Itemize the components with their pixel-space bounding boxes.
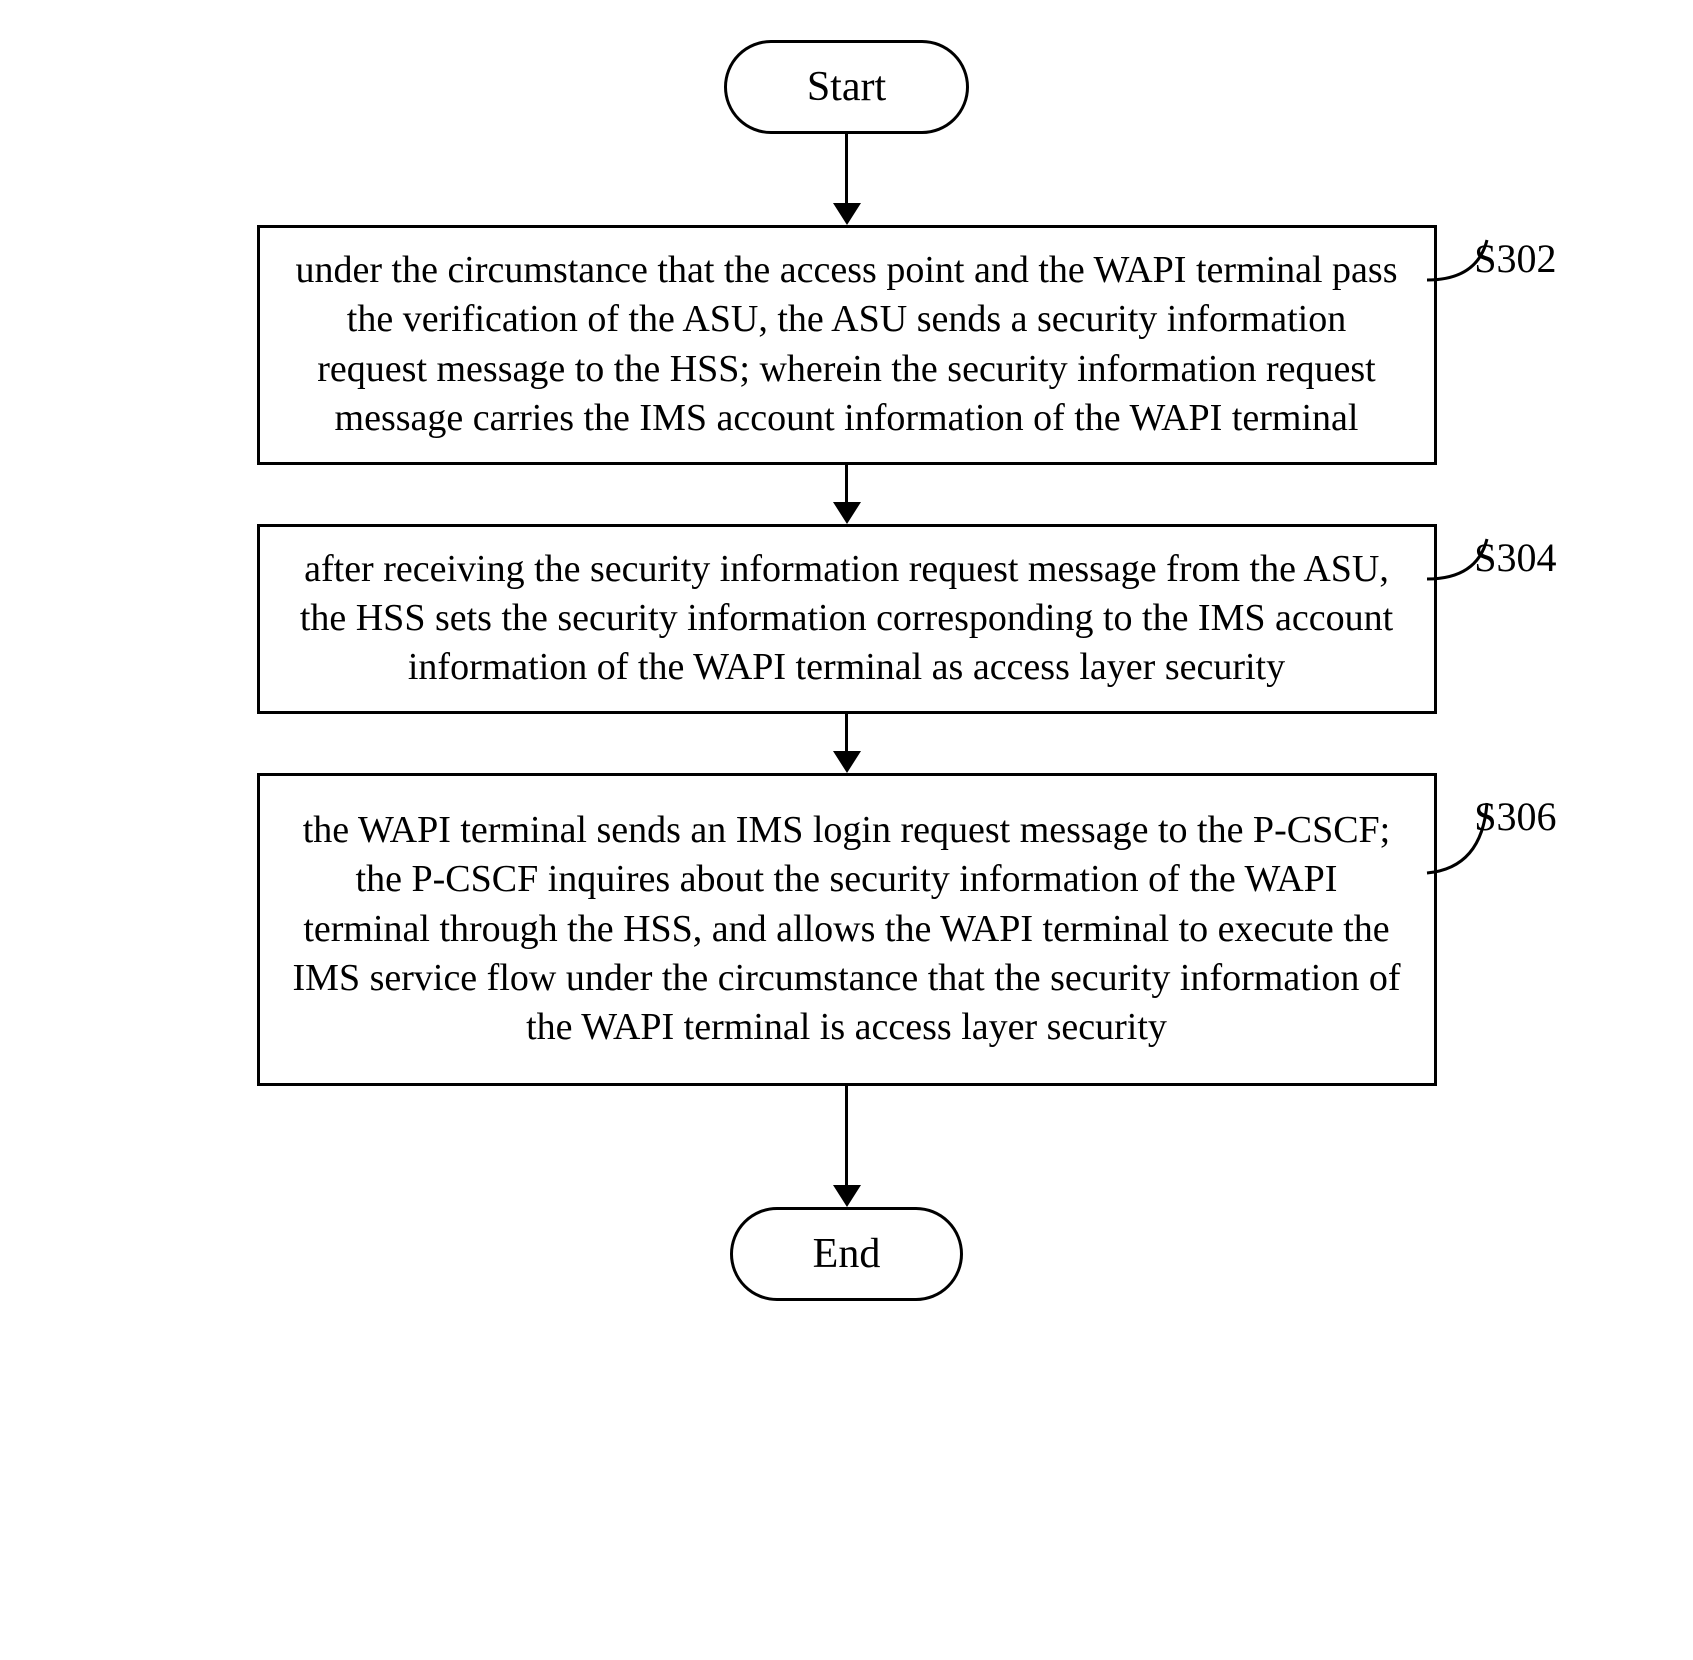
arrow-head-icon bbox=[833, 1185, 861, 1207]
step-s306-label: S306 bbox=[1474, 793, 1556, 840]
step-s304-box: after receiving the security information… bbox=[257, 524, 1437, 714]
start-label: Start bbox=[807, 64, 886, 110]
arrow-connector bbox=[833, 1086, 861, 1207]
arrow-head-icon bbox=[833, 203, 861, 225]
arrow-line bbox=[845, 465, 848, 503]
arrow-line bbox=[845, 714, 848, 752]
arrow-head-icon bbox=[833, 751, 861, 773]
arrow-line bbox=[845, 134, 848, 204]
flowchart-container: Start under the circumstance that the ac… bbox=[147, 40, 1547, 1301]
step-s302-box: under the circumstance that the access p… bbox=[257, 225, 1437, 465]
step-s302-label: S302 bbox=[1474, 235, 1556, 282]
arrow-connector bbox=[833, 714, 861, 773]
end-terminator: End bbox=[730, 1207, 964, 1301]
step-s302-wrap: under the circumstance that the access p… bbox=[147, 225, 1547, 465]
step-s304-wrap: after receiving the security information… bbox=[147, 524, 1547, 714]
step-s306-wrap: the WAPI terminal sends an IMS login req… bbox=[147, 773, 1547, 1086]
step-s304-text: after receiving the security information… bbox=[300, 548, 1393, 689]
end-label: End bbox=[813, 1231, 881, 1277]
arrow-line bbox=[845, 1086, 848, 1186]
step-s304-label: S304 bbox=[1474, 534, 1556, 581]
start-terminator: Start bbox=[724, 40, 969, 134]
step-s306-box: the WAPI terminal sends an IMS login req… bbox=[257, 773, 1437, 1086]
step-s302-text: under the circumstance that the access p… bbox=[296, 249, 1398, 439]
arrow-head-icon bbox=[833, 502, 861, 524]
step-s306-text: the WAPI terminal sends an IMS login req… bbox=[293, 809, 1401, 1049]
arrow-connector bbox=[833, 134, 861, 225]
arrow-connector bbox=[833, 465, 861, 524]
